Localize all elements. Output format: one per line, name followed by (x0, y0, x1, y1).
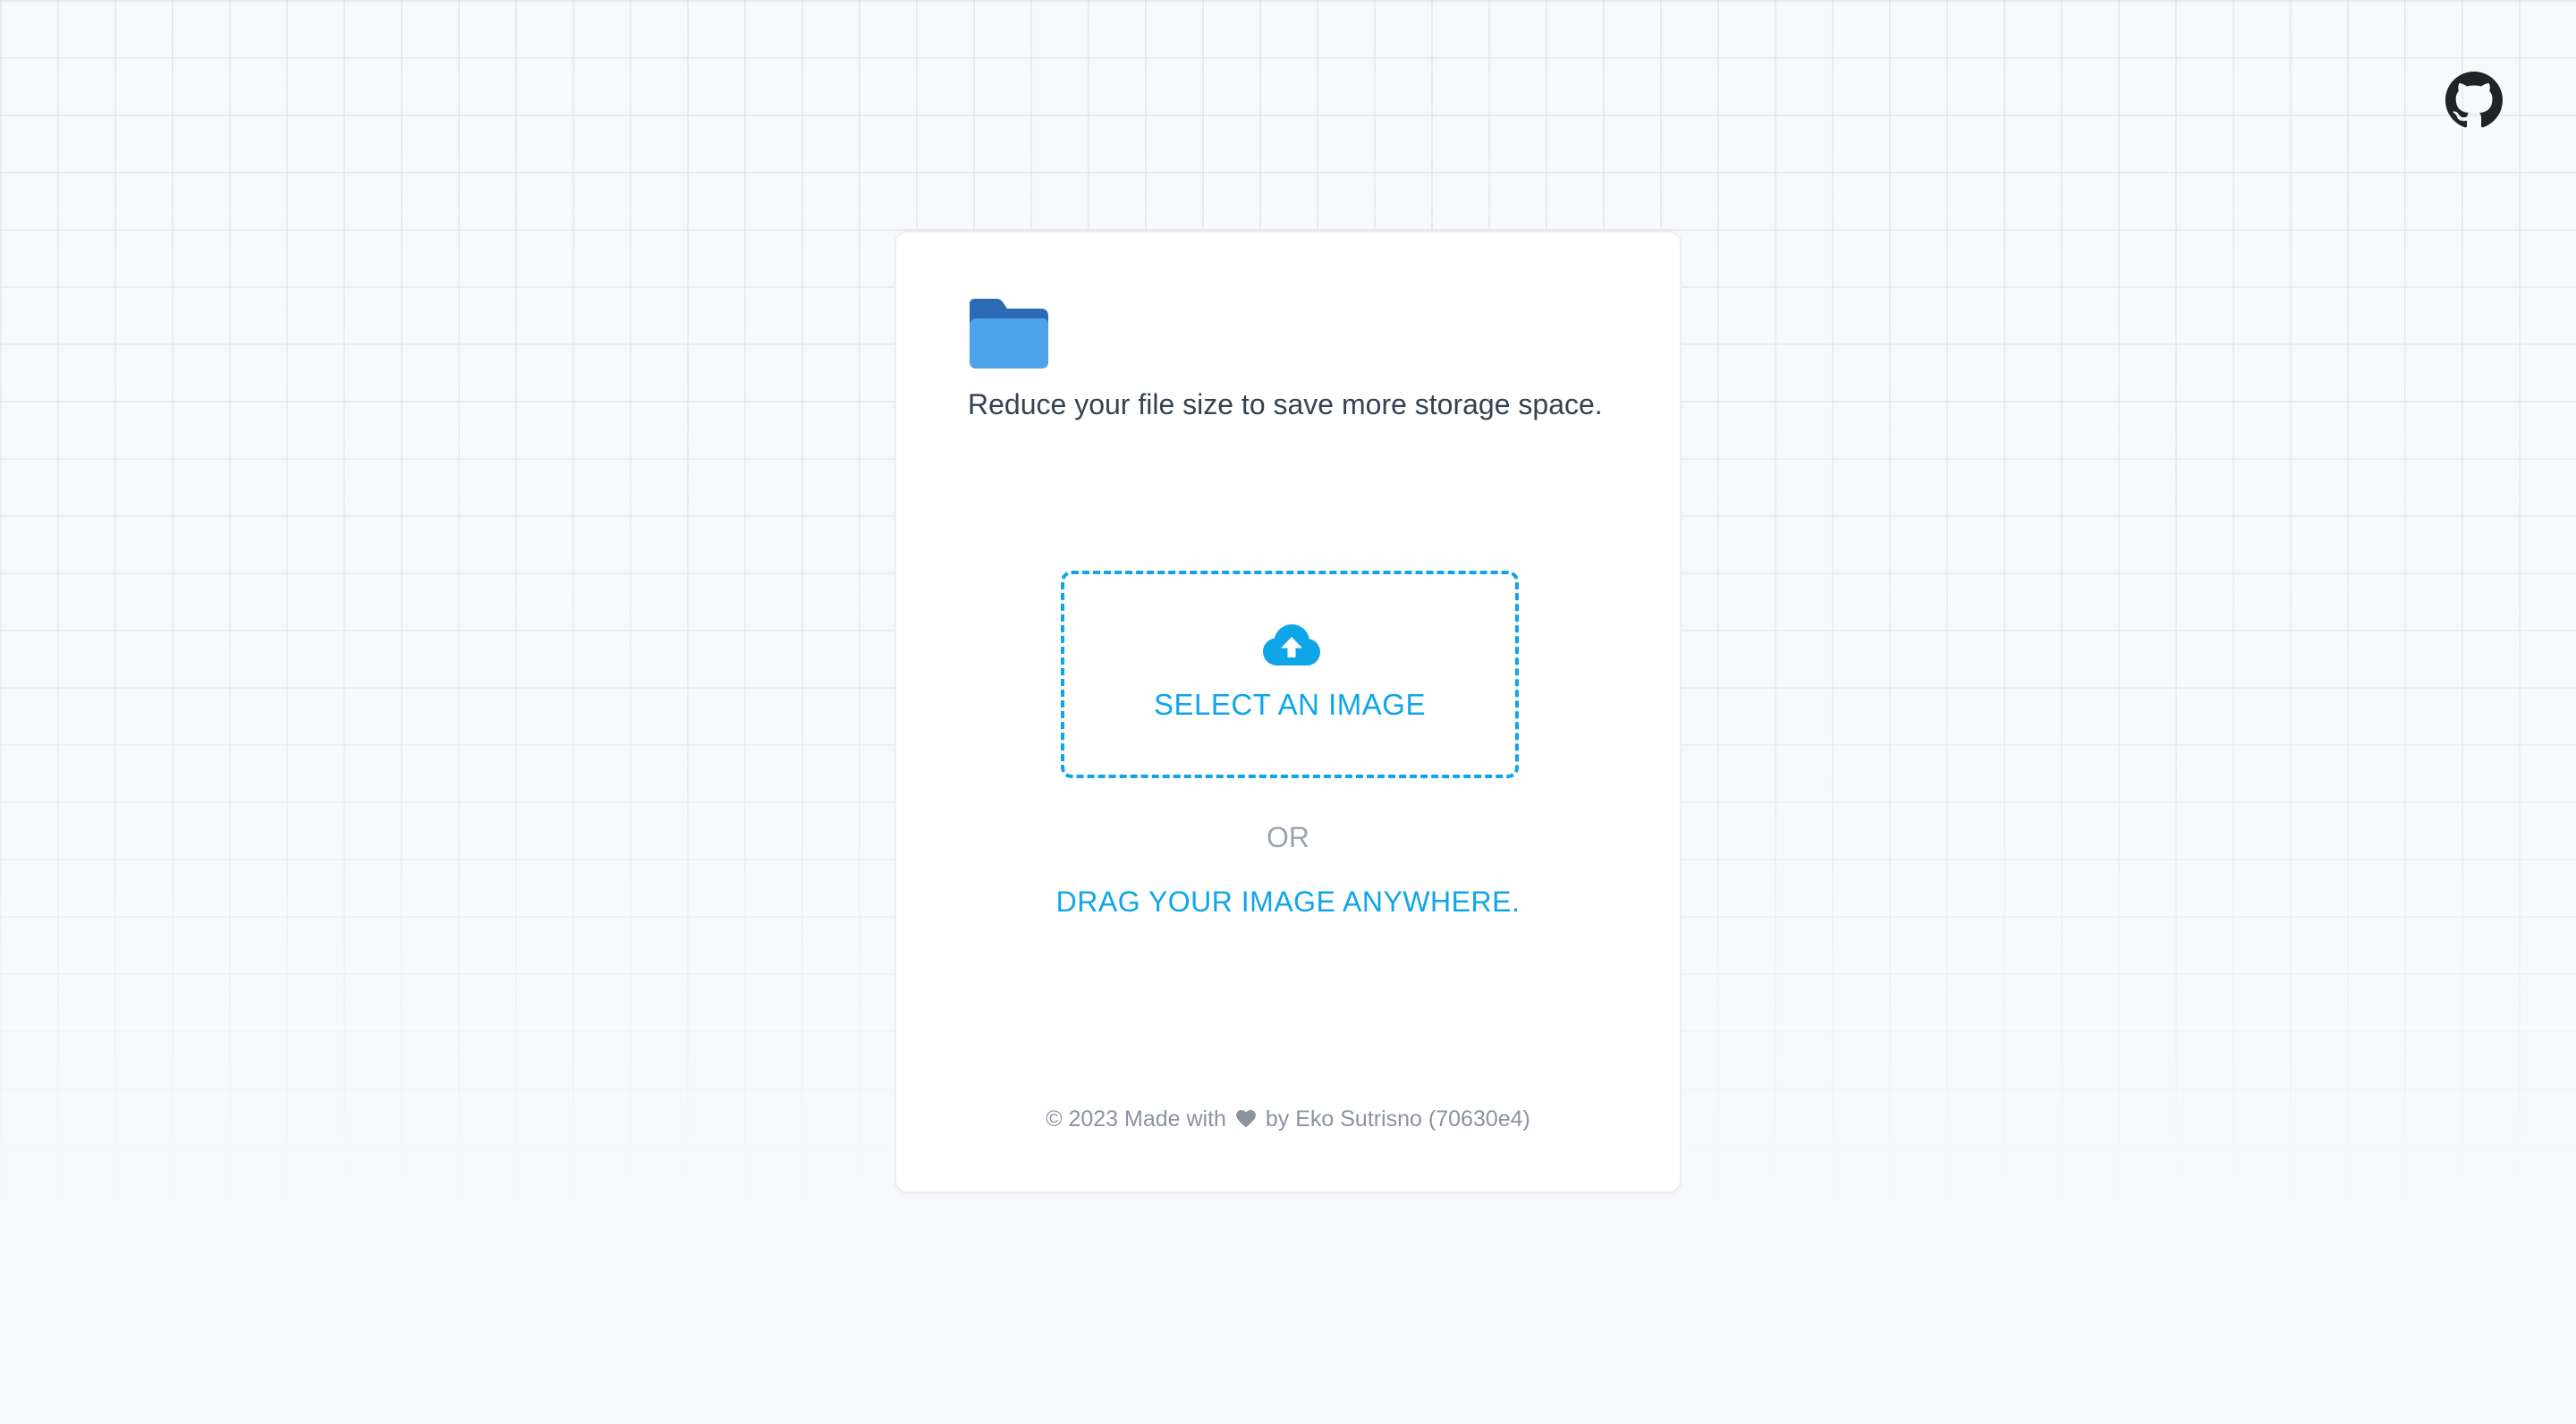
compress-card: Reduce your file size to save more stora… (894, 231, 1682, 1193)
footer-suffix: by Eko Sutrisno (70630e4) (1265, 1106, 1530, 1132)
github-link[interactable] (2445, 72, 2503, 129)
github-icon (2445, 72, 2503, 128)
cloud-upload-icon (1263, 624, 1320, 665)
footer-prefix: © 2023 Made with (1046, 1106, 1226, 1132)
folder-icon (970, 299, 1048, 369)
drag-anywhere-text: DRAG YOUR IMAGE ANYWHERE. (1055, 886, 1521, 918)
footer: © 2023 Made with by Eko Sutrisno (70630e… (896, 1104, 1680, 1134)
heart-icon (1236, 1110, 1256, 1128)
tagline: Reduce your file size to save more stora… (968, 388, 1603, 420)
select-image-label: SELECT AN IMAGE (1154, 688, 1426, 721)
select-image-button[interactable]: SELECT AN IMAGE (1061, 571, 1519, 778)
or-divider-text: OR (1267, 821, 1309, 853)
